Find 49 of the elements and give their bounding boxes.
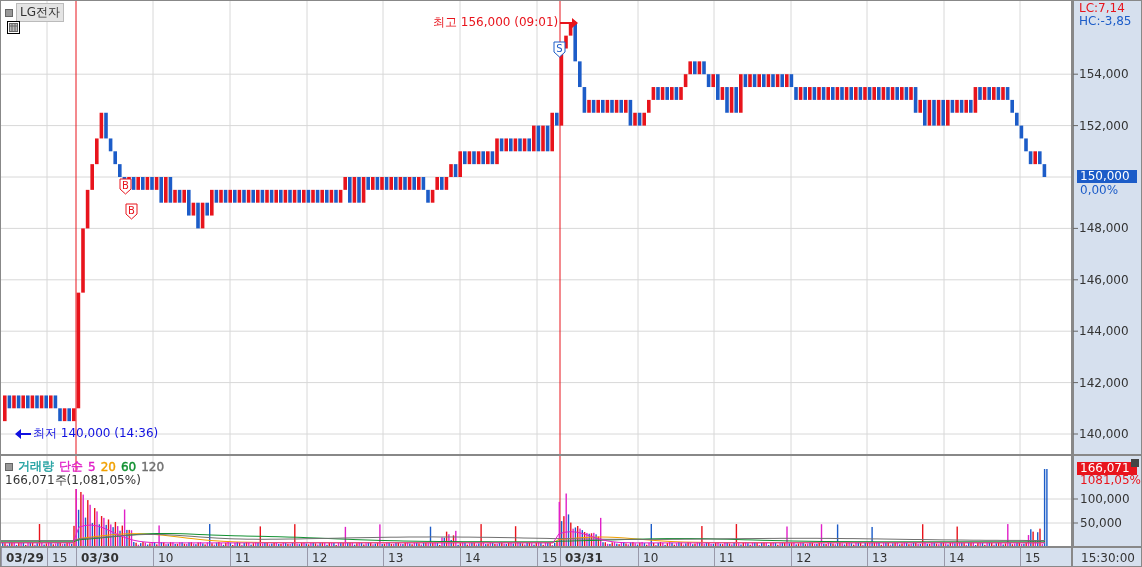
current-price-label: 150,000 xyxy=(1077,170,1137,183)
volume-axis-label: 50,000 xyxy=(1080,516,1122,530)
price-annotation: 최저 140,000 (14:36) xyxy=(33,425,159,442)
symbol-label[interactable]: LG전자 xyxy=(16,3,64,22)
time-axis-label: 13 xyxy=(867,548,888,566)
legend-item: 거래량 xyxy=(18,458,54,474)
time-axis-label: 15 xyxy=(47,548,68,566)
legend-item: 20 xyxy=(100,459,116,474)
time-axis-label: 15 xyxy=(1020,548,1041,566)
price-axis-label: 142,000 xyxy=(1079,375,1129,390)
time-axis-label: 03/29 xyxy=(1,548,44,566)
price-axis-label: 152,000 xyxy=(1079,118,1129,133)
buy-marker: B xyxy=(125,203,138,220)
table-icon[interactable] xyxy=(7,21,20,34)
buy-marker: B xyxy=(119,178,132,195)
indicator-label: LC:7,14 xyxy=(1079,1,1125,15)
legend-item: 60 xyxy=(120,459,137,474)
time-axis-label: 11 xyxy=(714,548,735,566)
volume-summary: 166,071주(1,081,05%) xyxy=(5,472,141,489)
time-axis-label: 12 xyxy=(307,548,328,566)
price-axis-label: 154,000 xyxy=(1079,67,1129,82)
sell-marker: S xyxy=(553,41,566,58)
legend-item: 120 xyxy=(141,459,165,474)
time-axis-label: 12 xyxy=(791,548,812,566)
indicator-label: HC:-3,85 xyxy=(1079,14,1132,28)
volume-change-label: 1081,05% xyxy=(1080,474,1141,487)
price-axis-label: 140,000 xyxy=(1079,427,1129,441)
legend-item: 단순 xyxy=(59,458,83,474)
price-axis-label: 144,000 xyxy=(1079,324,1129,339)
time-axis-label: 03/31 xyxy=(560,548,603,566)
price-axis-label: 148,000 xyxy=(1079,221,1129,236)
time-axis-label: 11 xyxy=(230,548,251,566)
time-axis-label: 15 xyxy=(537,548,558,566)
menu-square-icon[interactable] xyxy=(5,462,13,471)
price-axis-label: 146,000 xyxy=(1079,272,1129,287)
volume-axis-label: 100,000 xyxy=(1080,492,1130,506)
time-label: 15:30:00 xyxy=(1081,551,1135,565)
left-arrow-icon xyxy=(15,428,31,439)
time-axis-label: 13 xyxy=(383,548,404,566)
legend-item: 5 xyxy=(88,459,96,474)
current-volume-label: 166,071 xyxy=(1077,462,1137,475)
time-axis-label: 03/30 xyxy=(76,548,119,566)
menu-square-icon[interactable] xyxy=(5,8,13,17)
time-axis-label: 14 xyxy=(944,548,965,566)
price-annotation: 최고 156,000 (09:01) xyxy=(433,14,559,31)
time-axis-label: 10 xyxy=(638,548,659,566)
time-axis-label: 10 xyxy=(153,548,174,566)
price-change-label: 0,00% xyxy=(1080,184,1119,197)
time-axis-label: 14 xyxy=(460,548,481,566)
